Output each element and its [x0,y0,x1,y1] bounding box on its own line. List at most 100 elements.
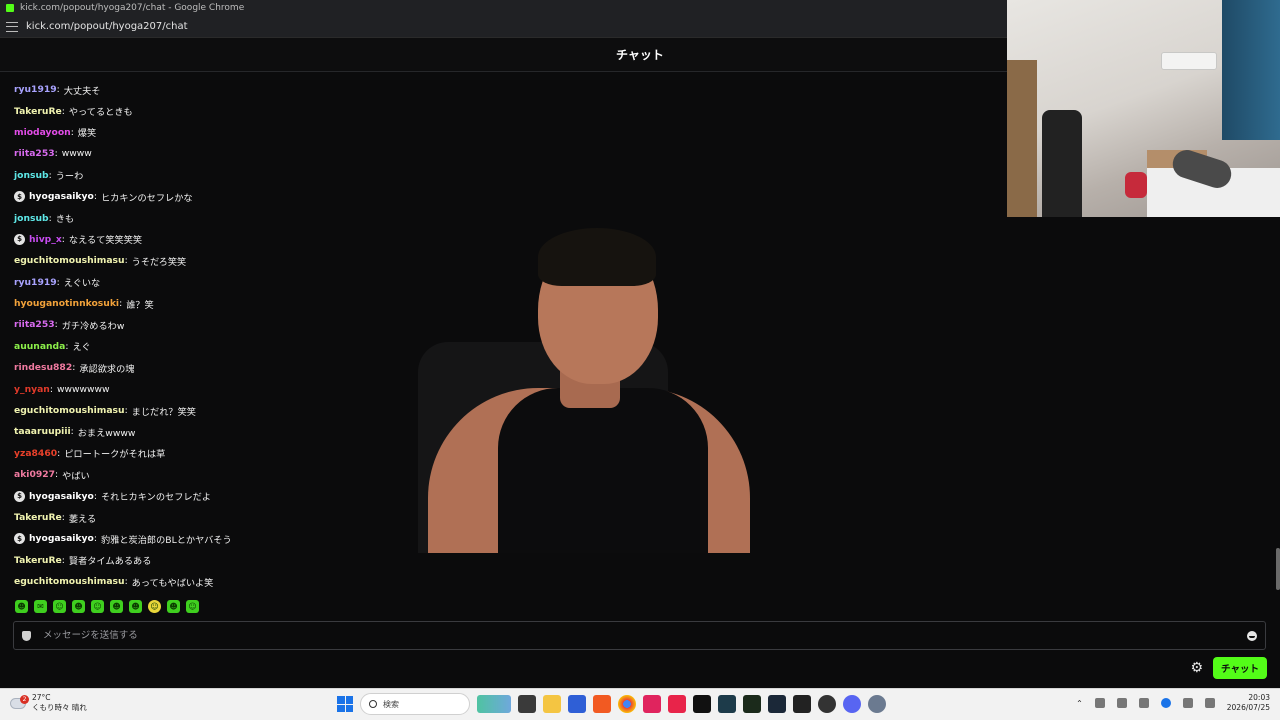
weather-widget[interactable]: 2 27°C くもり時々 晴れ [10,693,87,713]
emote-icon[interactable]: ☺ [148,600,161,613]
taskbar-search[interactable]: 検索 [360,693,470,715]
settings-icon[interactable] [868,695,886,713]
chat-username[interactable]: auunanda [14,341,65,352]
chat-message: yza8460: ピロートークがそれは草 [14,443,414,464]
chat-username[interactable]: hyogasaikyo [29,491,94,502]
chat-separator: : [56,84,60,96]
steam-icon[interactable] [768,695,786,713]
chat-message: ryu1919: 大丈夫そ [14,79,414,100]
file-explorer-icon[interactable] [543,695,561,713]
window-title: kick.com/popout/hyoga207/chat - Google C… [20,3,245,13]
chat-username[interactable]: hyogasaikyo [29,191,94,202]
chat-username[interactable]: eguchitomoushimasu [14,255,125,266]
clock-date: 2026/07/25 [1226,703,1270,712]
site-info-icon[interactable] [6,21,18,32]
tray-network-icon[interactable] [1182,698,1193,708]
chat-username[interactable]: aki0927 [14,469,55,480]
chat-message-text: やってるときも [68,107,133,119]
temperature: 27°C [32,693,51,702]
scrollbar-thumb[interactable] [1276,548,1280,590]
chat-username[interactable]: rindesu882 [14,362,72,373]
app-icon[interactable] [693,695,711,713]
discord-icon[interactable] [843,695,861,713]
chat-separator: : [61,512,65,523]
chat-message: TakeruRe: 萎える [14,507,414,528]
obs-icon[interactable] [818,695,836,713]
task-view-icon[interactable] [518,695,536,713]
emote-icon[interactable]: ☻ [110,600,123,613]
widget-banner-icon[interactable] [477,695,511,713]
emote-icon[interactable]: ☻ [72,600,85,613]
tray-app-icon[interactable] [1138,698,1149,708]
chat-message: TakeruRe: やってるときも [14,100,414,121]
chat-separator: : [48,169,52,181]
message-input[interactable] [43,630,1247,641]
send-chat-button[interactable]: チャット [1213,657,1267,679]
app-icon[interactable] [743,695,761,713]
chat-username[interactable]: riita253 [14,319,55,330]
clock[interactable]: 20:03 2026/07/25 [1227,693,1270,713]
emote-icon[interactable]: ☺ [186,600,199,613]
app-icon[interactable] [718,695,736,713]
app-icon[interactable] [568,695,586,713]
chat-username[interactable]: ryu1919 [14,277,57,288]
chat-username[interactable]: TakeruRe [14,555,62,566]
app-icon[interactable] [793,695,811,713]
shield-icon[interactable] [22,630,31,641]
chat-message-text: 大丈夫そ [63,85,101,97]
tiktok-icon[interactable] [668,695,686,713]
tray-chevron-icon[interactable]: ⌃ [1076,699,1083,708]
tray-cloud-icon[interactable] [1094,698,1105,708]
chat-message: ryu1919: えぐいな [14,272,414,293]
chat-separator: : [65,340,69,352]
chat-username[interactable]: hivp_x [29,234,62,245]
app-icon[interactable] [643,695,661,713]
chat-message-text: あってもやばいよ笑 [131,577,214,589]
tray-mic-icon[interactable] [1116,698,1127,708]
emote-icon[interactable]: ☻ [167,600,180,613]
brave-browser-icon[interactable] [593,695,611,713]
chat-username[interactable]: eguchitomoushimasu [14,405,125,416]
subscriber-badge-icon[interactable]: $ [14,233,25,245]
emoji-picker-icon[interactable] [1247,630,1257,641]
tray-volume-icon[interactable] [1204,698,1215,708]
subscriber-badge-icon[interactable]: $ [14,191,25,203]
weather-alert-badge: 2 [20,694,29,704]
gear-icon[interactable]: ⚙ [1190,661,1203,675]
chat-username[interactable]: taaaruupiii [14,426,71,437]
chat-username[interactable]: riita253 [14,148,55,159]
taskbar-apps: 検索 [337,693,886,715]
url-text[interactable]: kick.com/popout/hyoga207/chat [26,21,188,32]
chat-message-text: ヒカキンのセフレかな [100,192,193,204]
chat-username[interactable]: jonsub [14,170,49,181]
emote-icon[interactable]: ✉ [34,600,47,613]
chat-message: riita253: ガチ冷めるわw [14,314,414,335]
chat-username[interactable]: eguchitomoushimasu [14,576,125,587]
chat-message: miodayoon: 爆笑 [14,122,414,143]
subscriber-badge-icon[interactable]: $ [14,533,25,545]
windows-start-icon[interactable] [337,696,353,712]
address-bar[interactable]: kick.com/popout/hyoga207/chat [0,16,1007,38]
emote-icon[interactable]: ☺ [91,600,104,613]
tray-onedrive-icon[interactable] [1160,698,1171,708]
chat-username[interactable]: y_nyan [14,384,50,395]
chat-input-box[interactable] [13,621,1266,650]
chrome-icon[interactable] [618,695,636,713]
chat-username[interactable]: TakeruRe [14,512,62,523]
emote-icon[interactable]: ☻ [15,600,28,613]
chat-username[interactable]: ryu1919 [14,84,57,95]
chat-username[interactable]: TakeruRe [14,106,62,117]
chat-username[interactable]: jonsub [14,213,49,224]
chat-message: hyouganotinnkosuki: 誰？笑 [14,293,414,314]
chat-header-title: チャット [616,48,664,62]
emote-icon[interactable]: ☻ [129,600,142,613]
kick-favicon-icon [6,4,14,12]
chat-username[interactable]: hyouganotinnkosuki [14,298,119,309]
chat-username[interactable]: miodayoon [14,127,71,138]
chat-message-text: うそだろ笑笑 [131,256,187,268]
chat-separator: : [124,255,128,267]
subscriber-badge-icon[interactable]: $ [14,490,25,502]
chat-username[interactable]: hyogasaikyo [29,533,94,544]
emote-icon[interactable]: ☺ [53,600,66,613]
chat-username[interactable]: yza8460 [14,448,57,459]
